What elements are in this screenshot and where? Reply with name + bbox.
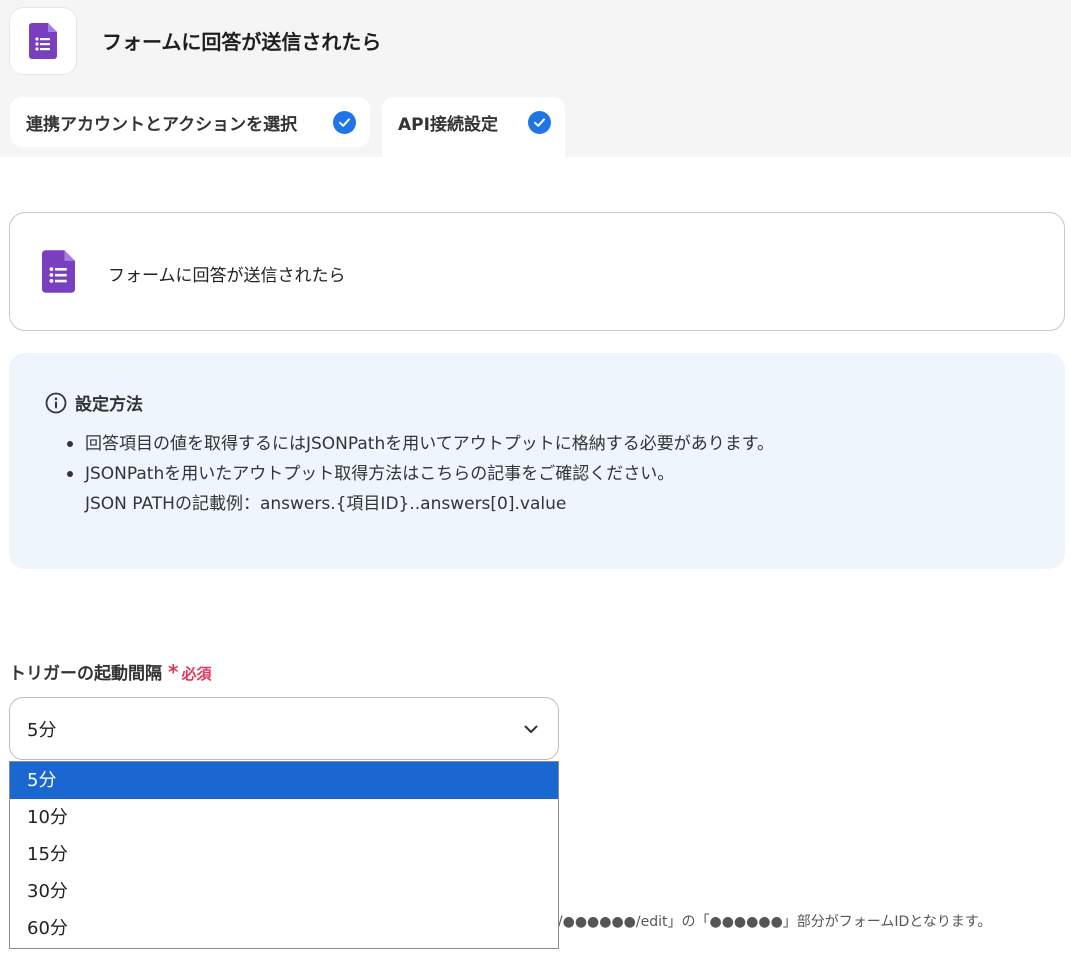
trigger-app-card: フォームに回答が送信されたら <box>9 212 1065 331</box>
required-badge: 必須 <box>181 665 212 683</box>
info-box: 設定方法 回答項目の値を取得するにはJSONPathを用いてアウトプットに格納す… <box>9 353 1065 569</box>
dropdown-option[interactable]: 10分 <box>10 799 558 836</box>
google-forms-icon <box>29 23 57 59</box>
check-circle-icon <box>528 110 551 134</box>
interval-dropdown-list: 5分 10分 15分 30分 60分 <box>9 761 559 949</box>
info-icon <box>45 392 67 413</box>
tab-label: API接続設定 <box>398 114 498 135</box>
tab-account-action[interactable]: 連携アカウントとアクションを選択 <box>10 97 370 147</box>
page-title: フォームに回答が送信されたら <box>102 30 382 54</box>
chevron-down-icon <box>522 720 540 738</box>
list-item: 回答項目の値を取得するにはJSONPathを用いてアウトプットに格納する必要があ… <box>67 429 774 459</box>
article-link-text[interactable]: JSONPathを用いたアウトプット取得方法はこちらの記事をご確認ください。 <box>85 464 674 484</box>
header-app-icon <box>9 7 77 75</box>
selected-value: 5分 <box>27 719 57 741</box>
required-asterisk: * <box>168 660 179 684</box>
google-forms-icon <box>42 250 75 293</box>
list-item: JSONPathを用いたアウトプット取得方法はこちらの記事をご確認ください。 J… <box>67 459 774 519</box>
trigger-interval-select[interactable]: 5分 <box>9 697 559 760</box>
check-circle-icon <box>333 110 356 134</box>
tab-label: 連携アカウントとアクションを選択 <box>26 114 298 135</box>
dropdown-option[interactable]: 15分 <box>10 836 558 873</box>
info-title: 設定方法 <box>75 395 143 415</box>
info-header: 設定方法 <box>45 390 143 415</box>
info-list: 回答項目の値を取得するにはJSONPathを用いてアウトプットに格納する必要があ… <box>67 429 774 519</box>
trigger-interval-label: トリガーの起動間隔 * 必須 <box>9 660 212 684</box>
form-id-note: d/●●●●●●/edit」の「●●●●●●」部分がフォームIDとなります。 <box>549 914 992 930</box>
card-title: フォームに回答が送信されたら <box>108 266 346 286</box>
json-path-example: JSON PATHの記載例：answers.{項目ID}..answers[0]… <box>85 494 567 514</box>
dropdown-option[interactable]: 5分 <box>10 762 558 799</box>
dropdown-option[interactable]: 60分 <box>10 910 558 947</box>
dropdown-option[interactable]: 30分 <box>10 873 558 910</box>
tab-api-settings[interactable]: API接続設定 <box>382 97 565 157</box>
